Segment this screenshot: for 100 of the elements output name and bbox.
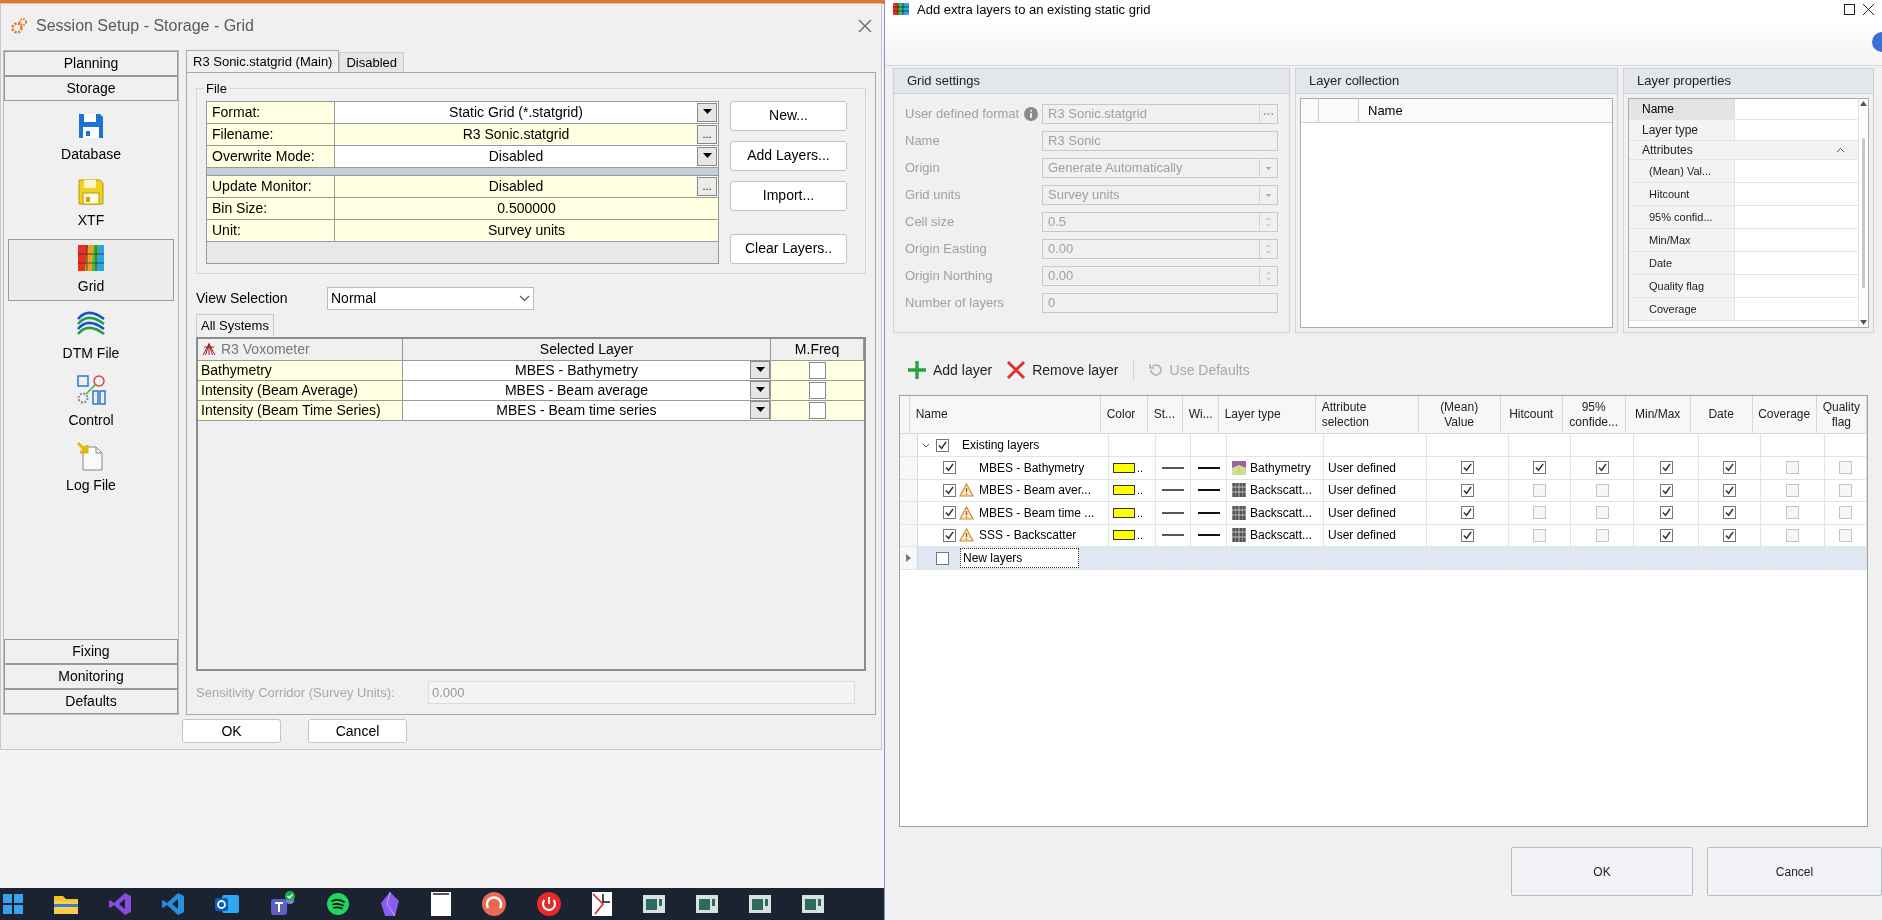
dropdown-button[interactable] [750,381,770,399]
sidebar-item[interactable]: Control [8,371,174,433]
checkbox[interactable] [809,381,826,399]
color-swatch[interactable] [1113,530,1135,541]
checkbox[interactable] [1595,461,1609,475]
dropdown-button[interactable] [750,361,770,379]
ribbon-logo-icon[interactable] [161,892,185,916]
column-header[interactable]: (Mean) Value [1418,396,1501,433]
scroll-up-icon[interactable] [1860,101,1867,106]
checkbox[interactable] [1839,483,1852,497]
sidebar-section-button[interactable]: Fixing [4,639,178,664]
checkbox[interactable] [1461,528,1474,542]
color-swatch[interactable] [1113,485,1135,496]
checkbox[interactable] [936,551,949,565]
sidebar-section-button[interactable]: Planning [4,51,178,76]
dropdown-button[interactable] [697,146,717,166]
checkbox[interactable] [1659,528,1673,542]
sidebar-item[interactable]: DTM File [8,305,174,367]
checkbox[interactable] [1723,506,1736,520]
scroll-down-icon[interactable] [1860,320,1867,325]
window-thumbnail-icon[interactable] [642,894,666,914]
column-header[interactable]: Name [909,396,1101,433]
dropdown-button[interactable] [750,401,770,419]
checkbox[interactable] [1839,506,1852,520]
toolbar-button[interactable]: Add layer [907,359,993,381]
tab[interactable]: Disabled [339,52,405,72]
button[interactable]: Clear Layers.. [730,233,847,264]
checkbox[interactable] [1786,528,1799,542]
tab[interactable]: All Systems [196,313,274,337]
layer-name[interactable]: MBES - Beam time ... [979,503,1095,522]
checkbox[interactable] [1659,461,1673,475]
checkbox[interactable] [943,506,956,520]
checkbox[interactable] [1786,483,1799,497]
sidebar-item[interactable]: Log File [8,437,174,499]
button[interactable]: Add Layers... [730,140,847,171]
checkbox[interactable] [1786,506,1799,520]
close-icon[interactable] [1863,3,1874,15]
button[interactable]: New... [730,100,847,131]
checkbox[interactable] [809,361,826,379]
checkbox[interactable] [1723,461,1736,475]
start-icon[interactable] [2,893,24,915]
map-document-icon[interactable] [591,891,613,917]
property-name[interactable]: Name [1629,99,1735,119]
checkbox[interactable] [809,401,826,419]
sidebar-section-button[interactable]: Defaults [4,689,178,714]
row-header[interactable] [900,547,918,569]
column-header[interactable]: Quality flag [1816,396,1867,433]
column-header[interactable]: Coverage [1752,396,1817,433]
checkbox[interactable] [936,438,949,452]
checkbox[interactable] [1839,528,1852,542]
checkbox[interactable] [943,483,956,497]
checkbox[interactable] [1839,461,1852,475]
column-header[interactable]: Hitcount [1500,396,1563,433]
property-value-cell[interactable] [1735,120,1858,140]
property-value-cell[interactable] [1735,99,1858,119]
checkbox[interactable] [1723,483,1736,497]
layer-name[interactable]: SSS - Backscatter [979,526,1077,545]
column-header[interactable]: St... [1147,396,1183,433]
column-header[interactable]: Date [1690,396,1753,433]
power-icon[interactable] [536,891,562,917]
document-icon[interactable] [430,891,452,917]
info-icon[interactable] [1870,31,1882,52]
window-thumbnail-icon[interactable] [748,894,772,914]
checkbox[interactable] [1533,506,1546,520]
folder-icon[interactable] [53,893,79,915]
checkbox[interactable] [943,528,956,542]
window-thumbnail-icon[interactable] [801,894,825,914]
checkbox[interactable] [1461,506,1474,520]
group-name[interactable]: New layers [960,548,1079,568]
column-header[interactable]: Attribute selection [1315,396,1419,433]
sidebar-item[interactable]: Grid [8,239,174,301]
window-thumbnail-icon[interactable] [695,894,719,914]
envelope-o-icon[interactable] [214,892,240,916]
column-header[interactable]: M.Freq [771,338,864,360]
sidebar-item[interactable]: Database [8,107,174,169]
circle-waves-icon[interactable] [326,892,350,916]
info-icon[interactable] [1024,107,1039,121]
layer-name[interactable]: MBES - Beam aver... [979,481,1092,500]
sidebar-section-button[interactable]: Storage [4,76,178,101]
property-value-cell[interactable] [1735,298,1858,320]
column-header[interactable]: Selected Layer [403,338,771,360]
checkbox[interactable] [1533,461,1546,475]
browse-button[interactable]: ... [697,124,717,144]
color-swatch[interactable] [1113,462,1135,473]
property-value-cell[interactable] [1735,275,1858,297]
checkbox[interactable] [1595,483,1609,497]
chevron-down-icon[interactable] [922,442,930,448]
column-header[interactable]: Layer type [1218,396,1316,433]
property-value-cell[interactable] [1735,160,1858,182]
sidebar-item[interactable]: XTF [8,173,174,235]
column-header[interactable]: Min/Max [1625,396,1691,433]
view-selection-dropdown[interactable]: Normal [327,286,534,310]
maximize-icon[interactable] [1844,3,1855,15]
dropdown-button[interactable] [697,102,717,122]
button[interactable]: Cancel [308,719,407,743]
checkbox[interactable] [1533,528,1546,542]
checkbox[interactable] [1659,506,1673,520]
column-header[interactable]: R3 Voxometer [198,338,403,360]
checkbox[interactable] [1786,461,1799,475]
layer-name[interactable]: MBES - Bathymetry [979,458,1085,477]
